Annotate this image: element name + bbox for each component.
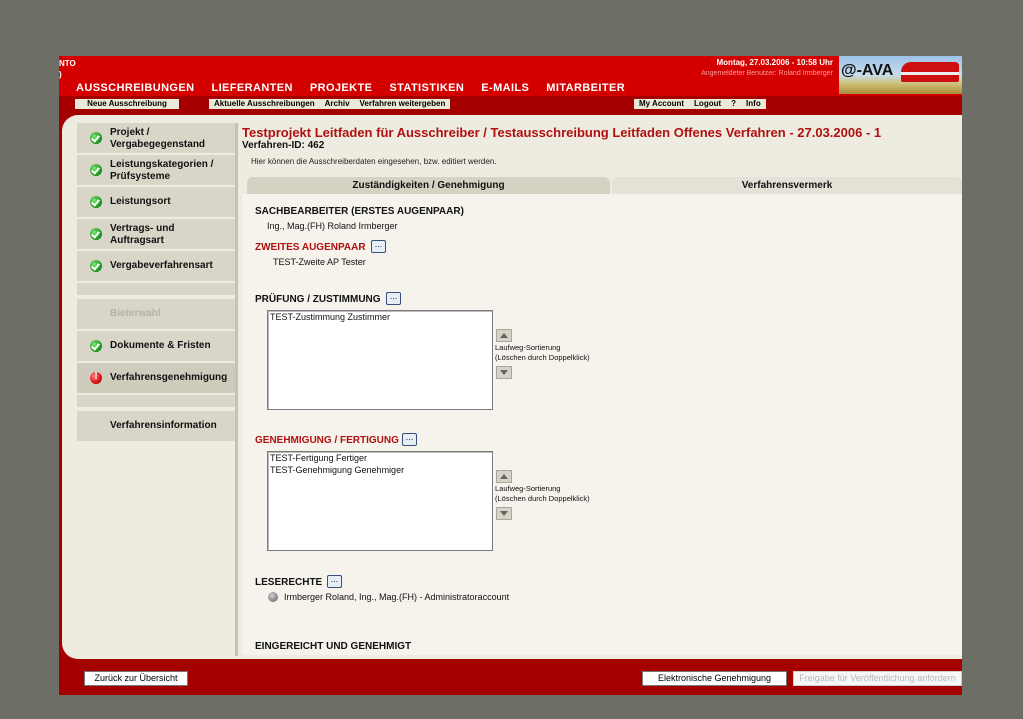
sort-down-button[interactable] [496, 507, 512, 520]
check-icon [90, 260, 102, 272]
nav-ausschreibungen[interactable]: AUSSCHREIBUNGEN [76, 82, 194, 96]
archive-link[interactable]: Archiv [325, 99, 350, 109]
logout-link[interactable]: Logout [694, 99, 721, 109]
header-left-fragment-2: ) [59, 70, 62, 79]
app-logo: @-AVA [839, 56, 962, 94]
info-link[interactable]: Info [746, 99, 761, 109]
zweites-augenpaar-edit-button[interactable]: ... [371, 240, 386, 253]
leserechte-edit-button[interactable]: ... [327, 575, 342, 588]
sort-hint-line-2: (Löschen durch Doppelklick) [495, 494, 590, 503]
train-stripe [901, 72, 959, 75]
sidebar-item-leistungskategorien[interactable]: Leistungskategorien / Prüfsysteme [77, 155, 235, 186]
check-icon [90, 196, 102, 208]
my-account-link[interactable]: My Account [639, 99, 684, 109]
sidebar-item-label-text: Projekt / Vergabegegenstand [110, 127, 206, 150]
header-left-fragment: NTO ) [59, 58, 76, 80]
check-icon [90, 164, 102, 176]
logo-text: @-AVA [841, 62, 894, 79]
forward-procedure-link[interactable]: Verfahren weitergeben [360, 99, 446, 109]
sidebar-item-verfahrensinformation[interactable]: Verfahrensinformation [77, 411, 235, 442]
sidebar: Projekt / Vergabegegenstand Leistungskat… [77, 123, 235, 656]
zweites-augenpaar-title: ZWEITES AUGENPAAR [255, 242, 366, 253]
new-tender-button[interactable]: Neue Ausschreibung [75, 99, 179, 109]
user-icon [268, 592, 278, 602]
sidebar-item-projekt[interactable]: Projekt / Vergabegegenstand [77, 123, 235, 154]
tab-zustaendigkeiten[interactable]: Zuständigkeiten / Genehmigung [247, 177, 610, 194]
sidebar-item-label: Verfahrensinformation [110, 420, 217, 431]
page-description: Hier können die Ausschreiberdaten einges… [251, 157, 497, 166]
genehmigung-listbox[interactable]: TEST-Fertigung Fertiger TEST-Genehmigung… [267, 451, 493, 551]
sidebar-item-leistungsort[interactable]: Leistungsort [77, 187, 235, 218]
leserechte-title: LESERECHTE [255, 577, 323, 588]
nav-mitarbeiter[interactable]: MITARBEITER [546, 82, 625, 96]
tab-verfahrensvermerk[interactable]: Verfahrensvermerk [612, 177, 962, 194]
procedure-id: Verfahren-ID: 462 [242, 140, 325, 151]
sort-down-button[interactable] [496, 366, 512, 379]
sidebar-divider [235, 123, 238, 656]
nav-lieferanten[interactable]: LIEFERANTEN [211, 82, 292, 96]
top-bar: NTO ) Montag, 27.03.2006 - 10:58 Uhr Ang… [59, 56, 962, 96]
sidebar-item-verfahrensgenehmigung[interactable]: Verfahrensgenehmigung [77, 363, 235, 394]
genehmigung-title: GENEHMIGUNG / FERTIGUNG [255, 435, 399, 446]
nav-projekte[interactable]: PROJEKTE [310, 82, 373, 96]
sort-hint-line-1: Laufweg-Sortierung [495, 343, 561, 352]
check-icon [90, 340, 102, 352]
list-item[interactable]: TEST-Fertigung Fertiger [268, 452, 492, 464]
sachbearbeiter-title: SACHBEARBEITER (ERSTES AUGENPAAR) [255, 206, 464, 217]
sidebar-item-label: Leistungskategorien / Prüfsysteme [110, 159, 214, 182]
sort-hint-line-1: Laufweg-Sortierung [495, 484, 561, 493]
tab-panel: SACHBEARBEITER (ERSTES AUGENPAAR) Ing., … [242, 194, 962, 655]
application-window: NTO ) Montag, 27.03.2006 - 10:58 Uhr Ang… [59, 56, 962, 695]
nav-statistiken[interactable]: STATISTIKEN [389, 82, 464, 96]
sidebar-item-label: Vergabeverfahrensart [110, 260, 213, 271]
help-link[interactable]: ? [731, 99, 736, 109]
sidebar-item-label: Leistungsort [110, 196, 171, 207]
sidebar-item-label: Vertrags- und Auftragsart [110, 223, 175, 246]
eingereicht-title: EINGEREICHT UND GENEHMIGT [255, 641, 412, 652]
sidebar-item-label: Projekt / Vergabegegenstand [110, 127, 205, 151]
sidebar-spacer [77, 283, 235, 296]
sort-hint: Laufweg-Sortierung (Löschen durch Doppel… [495, 343, 590, 363]
header-left-fragment-1: NTO [59, 59, 76, 68]
check-icon [90, 132, 102, 144]
user-info-label: Angemeldeter Benutzer: Roland Irmberger [701, 70, 833, 77]
sub-nav-bar: Neue Ausschreibung Aktuelle Ausschreibun… [59, 96, 962, 112]
sort-hint: Laufweg-Sortierung (Löschen durch Doppel… [495, 484, 590, 504]
sidebar-item-bieterwahl: Bieterwahl [77, 299, 235, 330]
nav-emails[interactable]: E-MAILS [481, 82, 529, 96]
main-nav: AUSSCHREIBUNGEN LIEFERANTEN PROJEKTE STA… [59, 82, 625, 96]
pruefung-edit-button[interactable]: ... [386, 292, 401, 305]
pruefung-listbox[interactable]: TEST-Zustimmung Zustimmer [267, 310, 493, 410]
datetime-label: Montag, 27.03.2006 - 10:58 Uhr [716, 58, 834, 67]
list-item[interactable]: TEST-Zustimmung Zustimmer [268, 311, 492, 323]
check-icon [90, 228, 102, 240]
page-title: Testprojekt Leitfaden für Ausschreiber /… [242, 125, 882, 140]
list-item[interactable]: TEST-Genehmigung Genehmiger [268, 464, 492, 476]
sort-up-button[interactable] [496, 329, 512, 342]
sidebar-item-label: Verfahrensgenehmigung [110, 372, 228, 383]
release-request-button: Freigabe für Veröffentlichung anfordern [793, 671, 962, 686]
sort-up-button[interactable] [496, 470, 512, 483]
sidebar-item-vergabeverfahrensart[interactable]: Vergabeverfahrensart [77, 251, 235, 282]
main-content: Testprojekt Leitfaden für Ausschreiber /… [242, 125, 962, 655]
sort-hint-line-2: (Löschen durch Doppelklick) [495, 353, 590, 362]
account-group: My Account Logout ? Info [634, 99, 766, 109]
current-tenders-link[interactable]: Aktuelle Ausschreibungen [214, 99, 315, 109]
error-icon [90, 371, 102, 384]
leserechte-value: Irmberger Roland, Ing., Mag.(FH) - Admin… [284, 592, 510, 602]
sidebar-item-label: Bieterwahl [110, 308, 161, 319]
sidebar-item-vertragsart[interactable]: Vertrags- und Auftragsart [77, 219, 235, 250]
genehmigung-edit-button[interactable]: ... [402, 433, 417, 446]
sidebar-spacer [77, 395, 235, 408]
electronic-approval-button[interactable]: Elektronische Genehmigung [642, 671, 787, 686]
back-to-overview-button[interactable]: Zurück zur Übersicht [84, 671, 188, 686]
sidebar-item-label: Dokumente & Fristen [110, 340, 211, 351]
sachbearbeiter-value: Ing., Mag.(FH) Roland Irmberger [267, 221, 398, 231]
pruefung-title: PRÜFUNG / ZUSTIMMUNG [255, 294, 381, 305]
sub-nav-group: Aktuelle Ausschreibungen Archiv Verfahre… [209, 99, 451, 109]
sidebar-item-dokumente[interactable]: Dokumente & Fristen [77, 331, 235, 362]
zweites-augenpaar-value: TEST-Zweite AP Tester [273, 257, 366, 267]
